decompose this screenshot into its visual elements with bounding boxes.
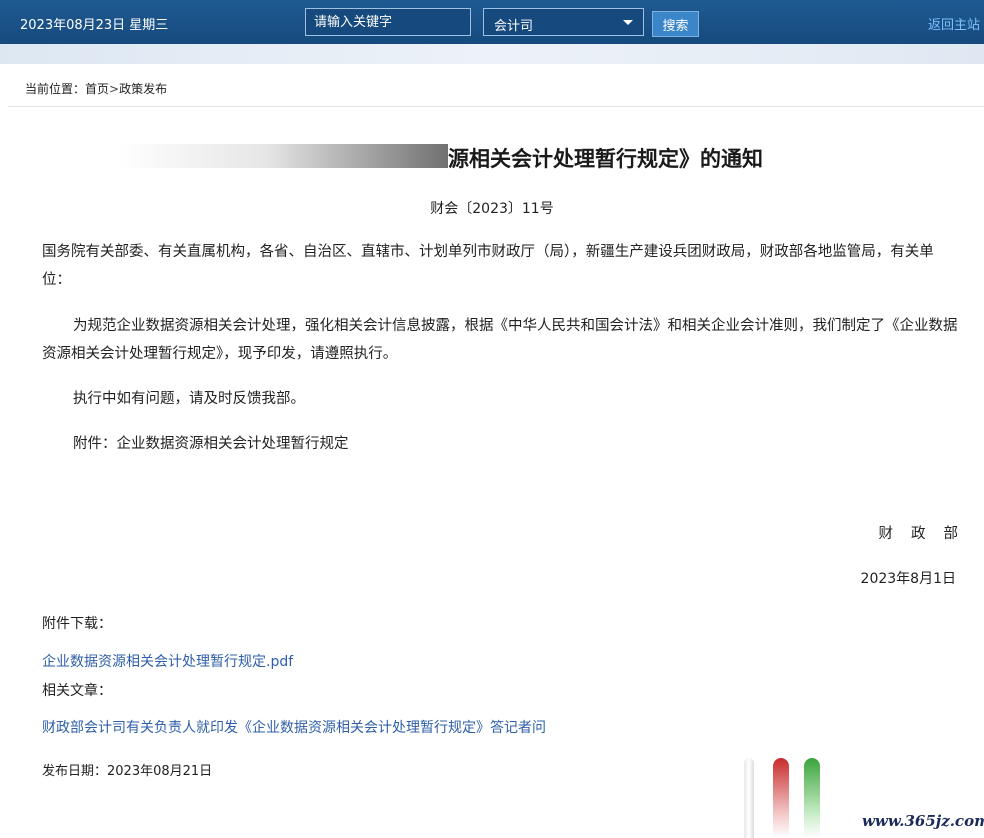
- top-bar: 2023年08月23日 星期三 会计司 搜索 返回主站: [0, 0, 984, 44]
- header-divider: [8, 106, 984, 107]
- decorative-bar-green: [804, 758, 820, 838]
- related-label: 相关文章：: [42, 683, 112, 699]
- decorative-bar-white: [744, 758, 754, 838]
- search-input[interactable]: [305, 8, 471, 36]
- title-fade-overlay: [118, 144, 448, 168]
- header-date: 2023年08月23日 星期三: [20, 18, 169, 33]
- document-number: 财会〔2023〕11号: [430, 201, 554, 217]
- chevron-down-icon: [623, 20, 633, 25]
- breadcrumb-separator: >: [109, 82, 120, 96]
- page-title: 源相关会计处理暂行规定》的通知: [448, 147, 763, 171]
- signature-organization: 财政部: [878, 526, 976, 542]
- decorative-bar-red: [773, 758, 789, 838]
- department-select-value: 会计司: [494, 19, 534, 34]
- related-article-link[interactable]: 财政部会计司有关负责人就印发《企业数据资源相关会计处理暂行规定》答记者问: [42, 717, 546, 737]
- return-home-link[interactable]: 返回主站: [928, 14, 980, 33]
- breadcrumb-current-link[interactable]: 政策发布: [119, 82, 167, 96]
- attachment-paragraph: 附件：企业数据资源相关会计处理暂行规定: [73, 436, 349, 452]
- watermark-text: www.365jz.com: [862, 812, 984, 830]
- search-button[interactable]: 搜索: [652, 11, 699, 37]
- addressee-paragraph: 国务院有关部委、有关直属机构，各省、自治区、直辖市、计划单列市财政厅（局），新疆…: [42, 244, 934, 288]
- signature-date: 2023年8月1日: [860, 571, 956, 587]
- breadcrumb-prefix: 当前位置：: [25, 82, 86, 96]
- breadcrumb: 当前位置：首页>政策发布: [25, 80, 167, 97]
- banner-strip: [0, 44, 984, 64]
- body-paragraph: 为规范企业数据资源相关会计处理，强化相关会计信息披露，根据《中华人民共和国会计法…: [42, 318, 958, 362]
- department-select[interactable]: 会计司: [483, 8, 644, 36]
- publish-date: 发布日期：2023年08月21日: [42, 764, 213, 779]
- feedback-paragraph: 执行中如有问题，请及时反馈我部。: [73, 391, 305, 407]
- breadcrumb-home-link[interactable]: 首页: [85, 82, 109, 96]
- download-label: 附件下载：: [42, 616, 112, 632]
- attachment-pdf-link[interactable]: 企业数据资源相关会计处理暂行规定.pdf: [42, 651, 293, 671]
